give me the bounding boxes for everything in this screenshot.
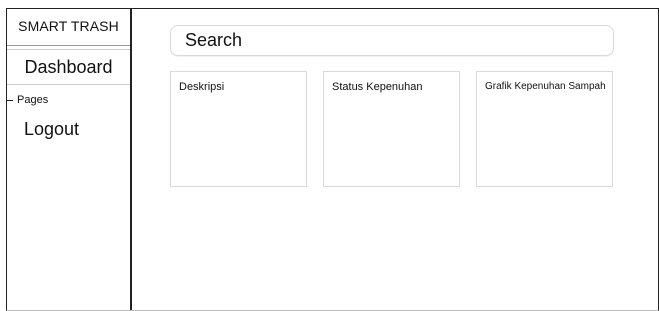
collapse-dash-icon [7,99,13,101]
app-brand: SMART TRASH [7,9,130,46]
sidebar-item-dashboard[interactable]: Dashboard [7,49,130,85]
card-grafik-kepenuhan-sampah: Grafik Kepenuhan Sampah [476,71,613,187]
card-title: Deskripsi [179,81,225,93]
search-input[interactable] [185,30,585,51]
card-deskripsi: Deskripsi [170,71,307,187]
card-title: Status Kepenuhan [332,81,423,93]
search-bar[interactable] [170,25,614,56]
app-window: SMART TRASH Dashboard Pages Logout Deskr… [6,8,659,311]
sidebar-item-logout[interactable]: Logout [24,117,79,141]
card-status-kepenuhan: Status Kepenuhan [323,71,460,187]
card-title: Grafik Kepenuhan Sampah [485,81,606,92]
sidebar: SMART TRASH Dashboard Pages Logout [7,9,132,310]
sidebar-item-pages-label: Pages [17,94,49,106]
sidebar-item-pages[interactable]: Pages [7,93,48,107]
